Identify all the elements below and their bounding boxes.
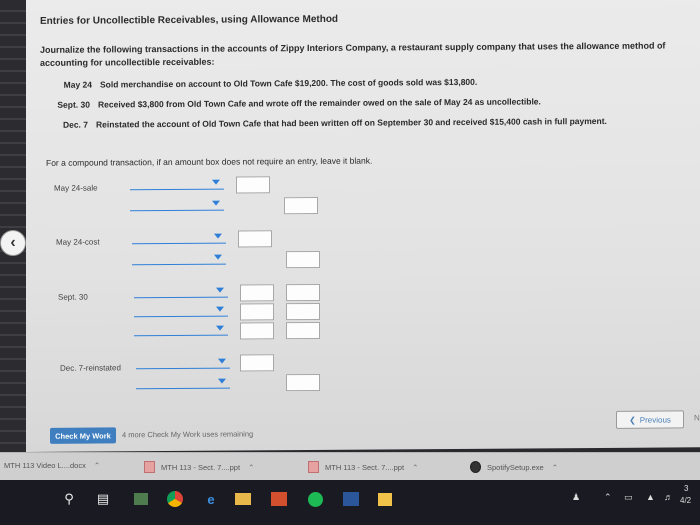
powerpoint-icon[interactable]	[268, 488, 290, 510]
account-select[interactable]	[134, 322, 228, 337]
volume-icon[interactable]: ♬	[664, 492, 673, 502]
battery-icon[interactable]: ▭	[624, 492, 633, 503]
previous-button[interactable]: ❮ Previous	[616, 410, 684, 429]
back-arrow-icon[interactable]: ‹	[0, 230, 26, 256]
task-view-icon[interactable]: ▤	[92, 488, 114, 510]
debit-amount-field[interactable]	[238, 230, 272, 248]
wifi-icon[interactable]: ▲	[646, 492, 655, 502]
word-icon[interactable]	[340, 488, 362, 510]
credit-amount-field[interactable]	[286, 321, 320, 340]
chevron-up-icon[interactable]: ⌃	[552, 463, 558, 472]
assignment-panel: Entries for Uncollectible Receivables, u…	[26, 0, 700, 452]
taskbar: ⚲ ▤ e ♟ ⌃ ▭ ▲ ♬ 3 4/2	[0, 480, 700, 525]
debit-amount-field[interactable]	[240, 322, 274, 340]
account-select[interactable]	[130, 176, 224, 191]
transaction-date: Dec. 7	[62, 119, 88, 130]
credit-amount-field[interactable]	[286, 250, 320, 269]
debit-amount-field[interactable]	[240, 284, 274, 302]
chevron-down-icon	[216, 306, 224, 312]
credit-amount-field[interactable]	[286, 283, 320, 302]
download-name: SpotifySetup.exe	[487, 462, 544, 472]
previous-label: Previous	[639, 414, 671, 425]
download-name: MTH 113 - Sect. 7....ppt	[161, 462, 241, 472]
entry-label-may24-sale: May 24-sale	[54, 183, 98, 193]
chevron-down-icon	[214, 254, 222, 260]
download-name: MTH 113 Video L....docx	[4, 461, 86, 470]
transaction-text: Reinstated the account of Old Town Cafe …	[96, 115, 607, 130]
transaction-row: Dec. 7 Reinstated the account of Old Tow…	[42, 116, 607, 130]
ppt-file-icon	[144, 461, 155, 473]
clock-time[interactable]: 3	[684, 484, 688, 493]
debit-amount-field[interactable]	[236, 176, 270, 194]
search-icon[interactable]: ⚲	[58, 488, 80, 510]
entry-label-dec7-reinstated: Dec. 7-reinstated	[60, 363, 121, 373]
transaction-date: Sept. 30	[57, 99, 90, 110]
ppt-file-icon	[308, 461, 319, 473]
chevron-down-icon	[212, 200, 220, 206]
chrome-icon[interactable]	[164, 488, 186, 510]
chevron-down-icon	[214, 233, 222, 239]
chevron-up-icon[interactable]: ⌃	[412, 463, 418, 472]
entry-label-sept30: Sept. 30	[58, 292, 88, 302]
edge-icon[interactable]: e	[200, 488, 222, 510]
transaction-date: May 24	[63, 79, 92, 90]
account-select[interactable]	[132, 251, 226, 266]
chevron-down-icon	[218, 358, 226, 364]
account-select[interactable]	[134, 284, 228, 299]
spotify-icon[interactable]	[304, 488, 326, 510]
clock-date[interactable]: 4/2	[680, 496, 691, 505]
spotify-icon	[470, 461, 481, 473]
account-select[interactable]	[130, 197, 224, 212]
chevron-up-icon[interactable]: ⌃	[94, 461, 100, 470]
account-select[interactable]	[134, 303, 228, 318]
credit-amount-field[interactable]	[286, 373, 320, 392]
app-icon[interactable]	[130, 488, 152, 510]
compound-instruction: For a compound transaction, if an amount…	[46, 155, 373, 168]
account-select[interactable]	[132, 230, 226, 245]
chevron-down-icon	[218, 378, 226, 384]
chevron-up-icon[interactable]: ⌃	[604, 492, 612, 503]
debit-amount-field[interactable]	[240, 303, 274, 321]
instructions-text: Journalize the following transactions in…	[40, 40, 666, 68]
download-name: MTH 113 - Sect. 7....ppt	[325, 462, 405, 472]
chevron-down-icon	[212, 179, 220, 185]
store-icon[interactable]	[374, 488, 396, 510]
transaction-text: Received $3,800 from Old Town Cafe and w…	[98, 96, 541, 110]
chevron-up-icon[interactable]: ⌃	[248, 463, 254, 472]
downloads-bar: MTH 113 Video L....docx ⌃ MTH 113 - Sect…	[0, 452, 700, 481]
people-icon[interactable]: ♟	[572, 492, 580, 503]
download-item[interactable]: MTH 113 - Sect. 7....ppt ⌃	[144, 461, 254, 473]
transaction-text: Sold merchandise on account to Old Town …	[100, 76, 478, 90]
page-title: Entries for Uncollectible Receivables, u…	[40, 13, 339, 27]
account-select[interactable]	[136, 355, 230, 370]
download-item[interactable]: MTH 113 Video L....docx ⌃	[4, 461, 100, 470]
download-item[interactable]: MTH 113 - Sect. 7....ppt ⌃	[308, 461, 418, 473]
download-item[interactable]: SpotifySetup.exe ⌃	[470, 461, 558, 473]
check-my-work-button[interactable]: Check My Work	[50, 427, 116, 444]
chevron-down-icon	[216, 325, 224, 331]
chevron-down-icon	[216, 287, 224, 293]
account-select[interactable]	[136, 375, 230, 390]
check-uses-remaining: 4 more Check My Work uses remaining	[122, 429, 254, 440]
credit-amount-field[interactable]	[286, 302, 320, 321]
next-button[interactable]: N	[694, 413, 700, 422]
credit-amount-field[interactable]	[284, 196, 318, 215]
debit-amount-field[interactable]	[240, 354, 274, 372]
entry-label-may24-cost: May 24-cost	[56, 237, 100, 247]
transaction-row: Sept. 30 Received $3,800 from Old Town C…	[44, 96, 541, 109]
file-explorer-icon[interactable]	[232, 488, 254, 510]
transaction-row: May 24 Sold merchandise on account to Ol…	[46, 76, 478, 90]
chevron-left-icon: ❮	[629, 415, 636, 425]
